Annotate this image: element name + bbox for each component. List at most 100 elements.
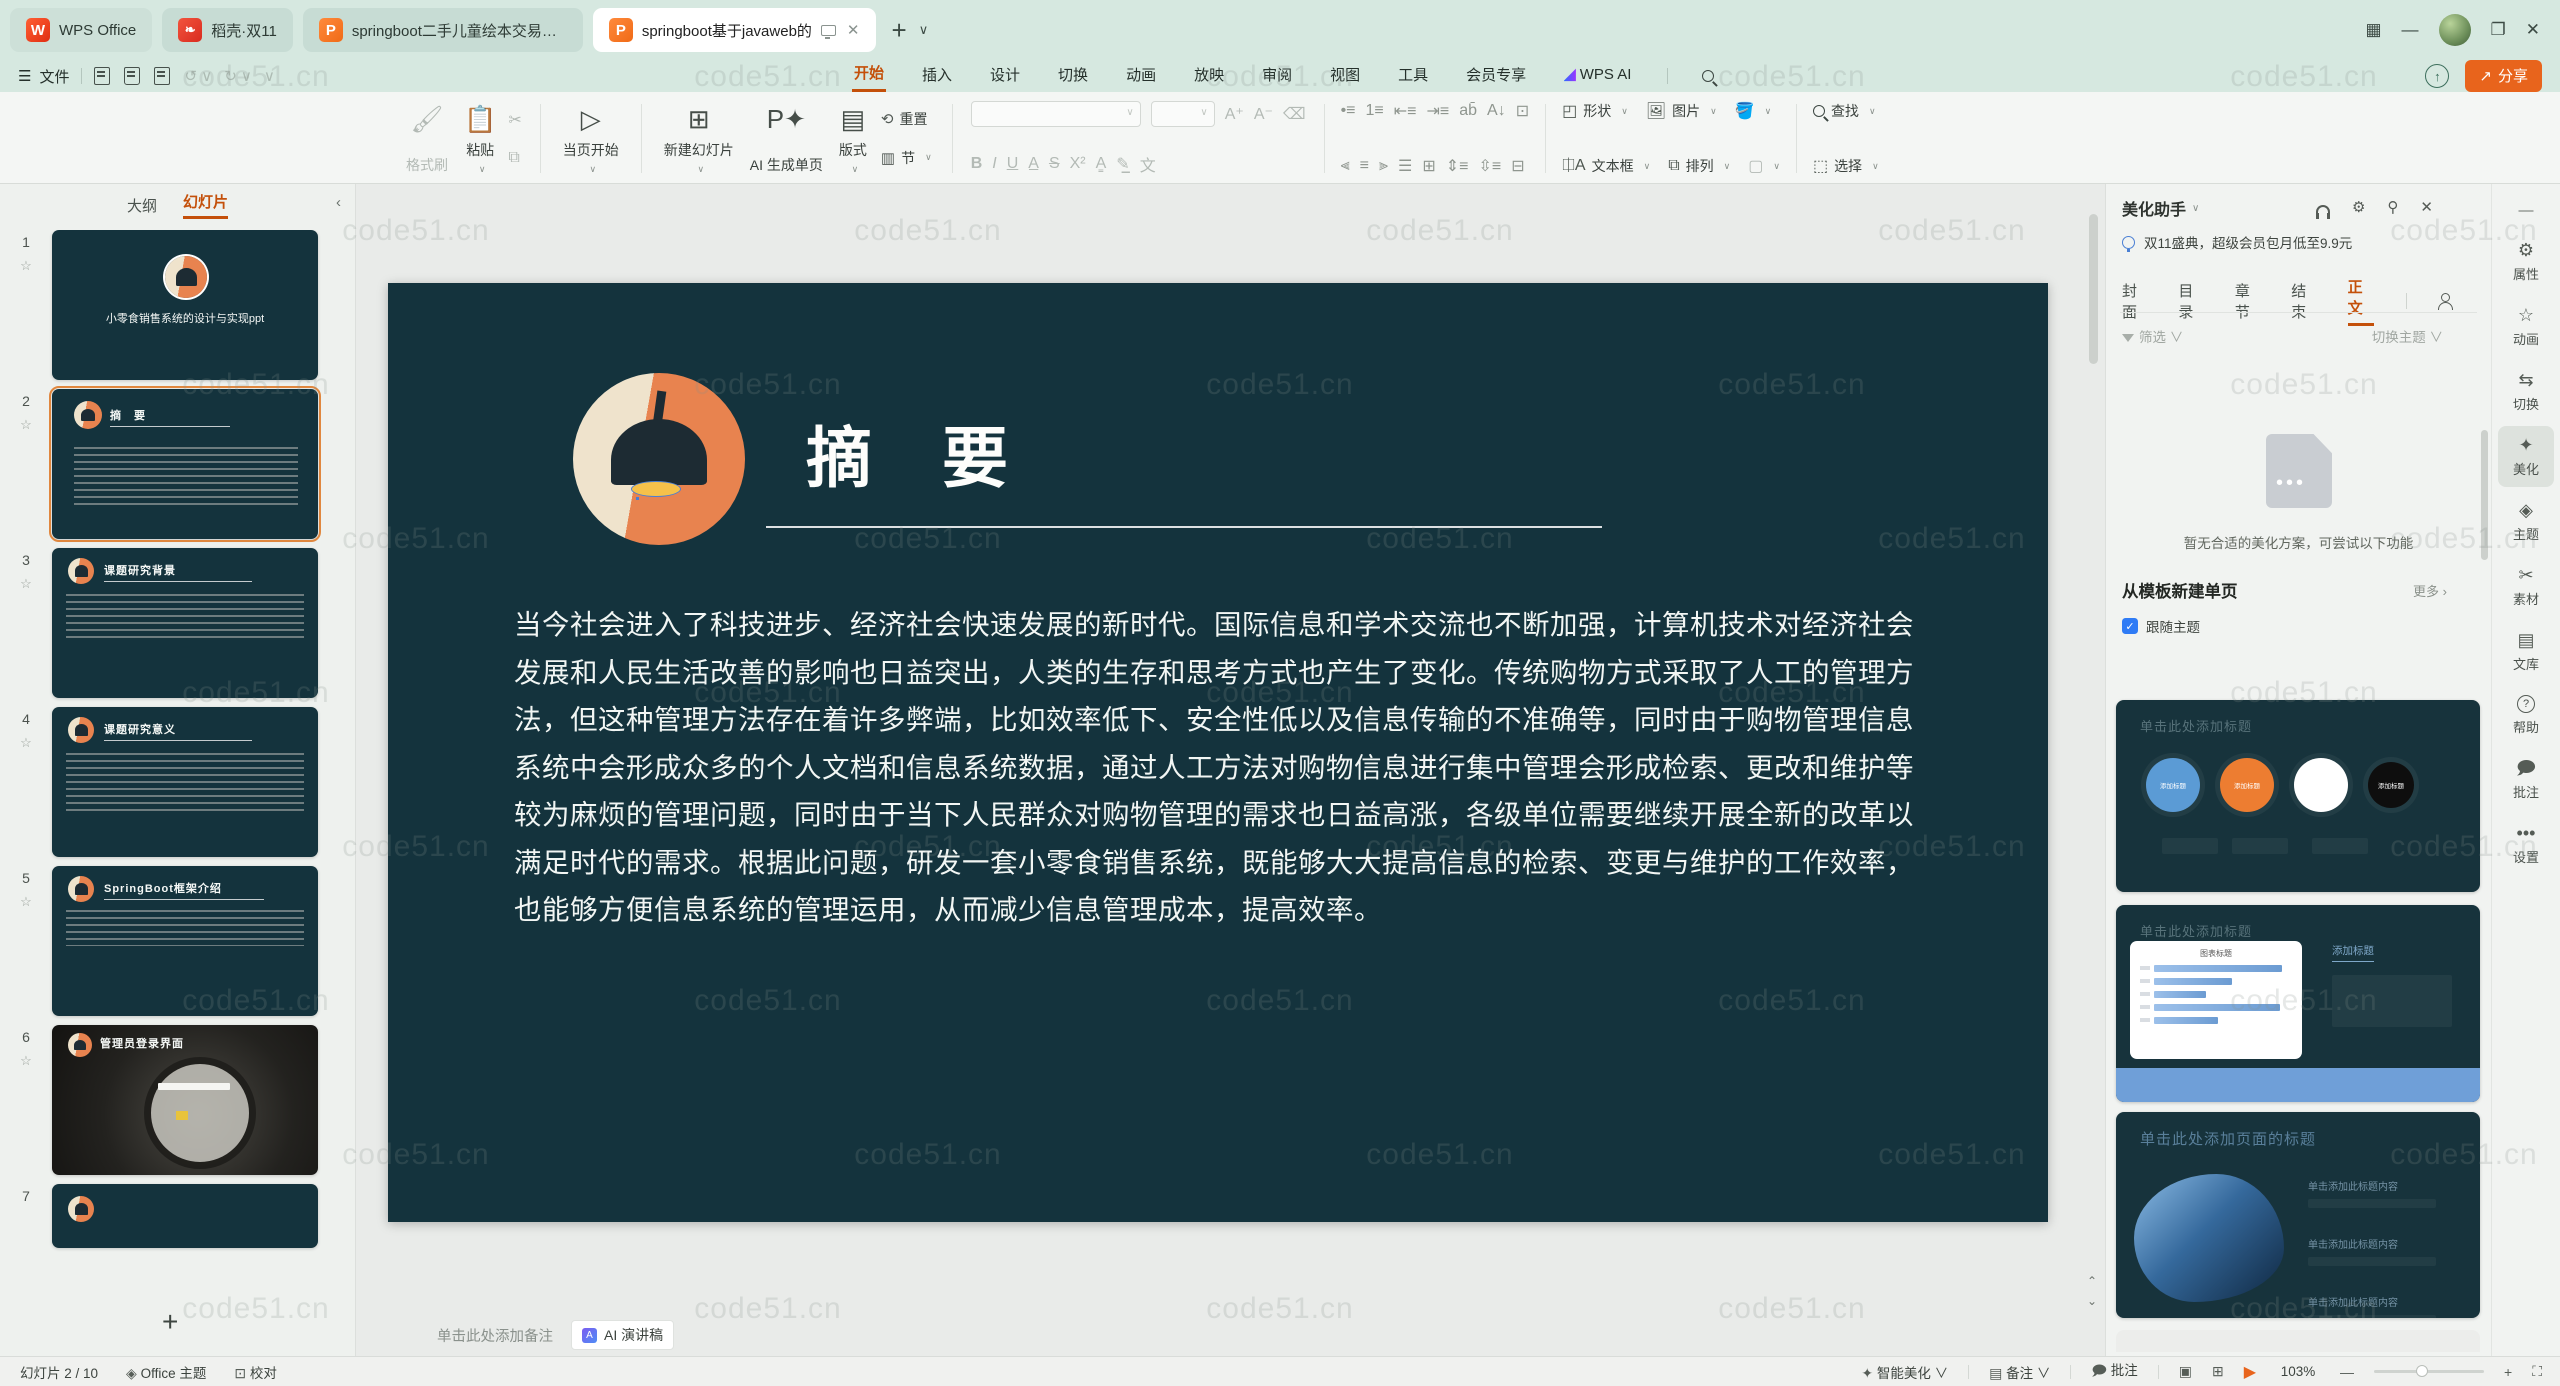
share-button[interactable]: ↗分享 xyxy=(2465,60,2542,92)
collapse-panel-icon[interactable]: ‹ xyxy=(336,194,341,211)
arrange-button[interactable]: ⧉排列 xyxy=(1668,156,1730,176)
menu-transition[interactable]: 切换 xyxy=(1056,62,1090,91)
dock-help[interactable]: ?帮助 xyxy=(2498,686,2554,745)
switch-theme-dropdown[interactable]: 切换主题 ∨ xyxy=(2372,326,2443,346)
close-window-button[interactable]: ✕ xyxy=(2526,20,2540,40)
pinyin-icon[interactable]: 文 xyxy=(1140,152,1156,176)
slide-title[interactable]: 摘 要 xyxy=(806,405,1010,501)
dock-comment[interactable]: 🗩批注 xyxy=(2498,749,2554,810)
star-icon[interactable]: ☆ xyxy=(20,1053,32,1069)
print-preview-icon[interactable] xyxy=(154,67,170,85)
distribute-icon[interactable]: ⊞ xyxy=(1422,156,1435,176)
star-icon[interactable]: ☆ xyxy=(20,894,32,910)
menu-review[interactable]: 审阅 xyxy=(1260,62,1294,91)
menu-wps-ai[interactable]: ◢WPS AI xyxy=(1562,63,1633,89)
file-menu[interactable]: 文件 xyxy=(39,66,69,87)
slide-thumb-1[interactable]: 1☆ 小零食销售系统的设计与实现ppt xyxy=(0,230,356,380)
scroll-down-icon[interactable]: ⌄ xyxy=(2087,1294,2097,1308)
smartart-icon[interactable]: ⊡ xyxy=(1516,101,1529,121)
tab-ending[interactable]: 结束 xyxy=(2291,280,2317,322)
superscript-icon[interactable]: X² xyxy=(1070,155,1086,173)
notes-button[interactable]: ▤ 备注 ∨ xyxy=(1989,1362,2050,1382)
slide-body-text[interactable]: 当今社会进入了科技进步、经济社会快速发展的新时代。国际信息和学术交流也不断加强，… xyxy=(514,601,1914,934)
picture-button[interactable]: 🖼图片 xyxy=(1646,101,1717,121)
menu-slideshow[interactable]: 放映 xyxy=(1192,62,1226,91)
zoom-slider[interactable] xyxy=(2374,1370,2484,1373)
slide-thumb-5[interactable]: 5☆ SpringBoot框架介绍 xyxy=(0,866,356,1016)
dock-beautify[interactable]: ✦美化 xyxy=(2498,426,2554,487)
quickbar-more-icon[interactable]: ∨ xyxy=(264,67,275,85)
text-direction-icon[interactable]: ab̄ xyxy=(1459,102,1477,120)
tab-docer[interactable]: ❧ 稻壳·双11 xyxy=(162,8,293,52)
copy-icon[interactable]: ⧉ xyxy=(508,149,521,167)
sorter-view-icon[interactable]: ⊞ xyxy=(2212,1363,2224,1380)
tab-wps-home[interactable]: W WPS Office xyxy=(10,8,152,52)
star-icon[interactable]: ☆ xyxy=(20,417,32,433)
template-card-3[interactable]: 单击此处添加页面的标题 单击添加此标题内容 单击添加此标题内容 单击添加此标题内… xyxy=(2116,1112,2480,1318)
dock-properties[interactable]: ⚙属性 xyxy=(2498,231,2554,292)
menu-insert[interactable]: 插入 xyxy=(920,62,954,91)
apps-grid-icon[interactable]: ▦ xyxy=(2365,20,2381,40)
dock-transition[interactable]: ⇆切换 xyxy=(2498,361,2554,422)
ai-generate-page-button[interactable]: P✦AI 生成单页 xyxy=(742,98,831,179)
beautify-title[interactable]: 美化助手 xyxy=(2122,196,2186,220)
tab-toc[interactable]: 目录 xyxy=(2178,280,2204,322)
align-left-icon[interactable]: ⫷ xyxy=(1341,157,1350,175)
hamburger-icon[interactable]: ☰ xyxy=(18,67,31,85)
font-size-select[interactable] xyxy=(1151,101,1215,127)
slide-thumb-2-selected[interactable]: 2☆ 摘 要 xyxy=(0,389,356,539)
save-icon[interactable] xyxy=(94,67,110,85)
highlight-icon[interactable]: ✎̲ xyxy=(1116,154,1129,174)
font-color-icon[interactable]: A̳ xyxy=(1096,155,1107,173)
dock-collapse-icon[interactable]: — xyxy=(2519,202,2534,219)
numbered-list-icon[interactable]: 1≡ xyxy=(1366,102,1384,120)
shapes-button[interactable]: ◰形状 xyxy=(1562,101,1628,121)
underline-icon[interactable]: U xyxy=(1007,155,1019,173)
template-card-4-partial[interactable] xyxy=(2116,1330,2480,1352)
tab-chapter[interactable]: 章节 xyxy=(2235,280,2261,322)
section-button[interactable]: ▥节 xyxy=(881,148,932,168)
new-tab-button[interactable]: + xyxy=(892,15,907,46)
tab-slides[interactable]: 幻灯片 xyxy=(183,191,228,219)
new-slide-button[interactable]: ⊞新建幻灯片 xyxy=(656,98,742,179)
canvas-scrollbar[interactable]: ⌃ ⌄ xyxy=(2089,194,2099,1334)
format-painter-button[interactable]: 🖌格式刷 xyxy=(398,98,456,179)
monitor-icon[interactable] xyxy=(821,25,836,36)
line-spacing-icon[interactable]: ⇕≡ xyxy=(1446,156,1469,176)
zoom-in-icon[interactable]: + xyxy=(2504,1364,2512,1380)
char-spacing-icon[interactable]: A̲ xyxy=(1028,155,1039,173)
reset-button[interactable]: ⟲重置 xyxy=(881,109,932,129)
dock-library[interactable]: ▤文库 xyxy=(2498,621,2554,682)
undo-icon[interactable]: ↺ ∨ xyxy=(184,67,212,85)
slide-thumb-3[interactable]: 3☆ 课题研究背景 xyxy=(0,548,356,698)
tab-cover[interactable]: 封面 xyxy=(2122,280,2148,322)
smart-beautify-button[interactable]: ✦ 智能美化 ∨ xyxy=(1861,1362,1948,1382)
decrease-indent-icon[interactable]: ⇤≡ xyxy=(1394,101,1417,121)
menu-tools[interactable]: 工具 xyxy=(1396,62,1430,91)
play-slideshow-button[interactable]: ▶ xyxy=(2244,1362,2256,1382)
select-button[interactable]: ⬚选择 xyxy=(1813,156,1879,176)
notes-placeholder[interactable]: 单击此处添加备注 xyxy=(437,1325,553,1346)
menu-animation[interactable]: 动画 xyxy=(1124,62,1158,91)
maximize-button[interactable]: ❐ xyxy=(2491,20,2506,40)
paste-button[interactable]: 📋粘贴 xyxy=(456,98,504,179)
align-text-icon[interactable]: ⊟ xyxy=(1511,156,1524,176)
vertical-text-icon[interactable]: A↓ xyxy=(1487,102,1506,120)
layout-button[interactable]: ▤版式 xyxy=(831,98,875,179)
canvas[interactable]: A 摘 要 当今社会进入了科技进步、经济社会快速发展的新时代。国际信息和学术交流… xyxy=(357,184,2105,1356)
align-center-icon[interactable]: ≡ xyxy=(1360,157,1369,175)
find-button[interactable]: 查找 xyxy=(1813,101,1879,121)
shape-outline-button[interactable]: ▢ xyxy=(1748,156,1780,176)
italic-icon[interactable]: I xyxy=(992,155,996,173)
normal-view-icon[interactable]: ▣ xyxy=(2179,1363,2192,1380)
person-icon[interactable] xyxy=(2437,293,2451,309)
slide-thumb-6[interactable]: 6☆ 管理员登录界面 xyxy=(0,1025,356,1175)
para-spacing-icon[interactable]: ⇳≡ xyxy=(1478,156,1501,176)
redo-icon[interactable]: ↻ ∨ xyxy=(224,67,252,85)
ai-speech-button[interactable]: AAI 演讲稿 xyxy=(571,1320,674,1350)
support-headset-icon[interactable] xyxy=(2316,205,2330,214)
promo-banner[interactable]: 双11盛典，超级会员包月低至9.9元 xyxy=(2122,232,2352,252)
shape-fill-button[interactable]: 🪣 xyxy=(1735,101,1772,121)
cut-icon[interactable]: ✂ xyxy=(508,110,521,130)
textbox-button[interactable]: ⎅A文本框 xyxy=(1562,156,1650,176)
